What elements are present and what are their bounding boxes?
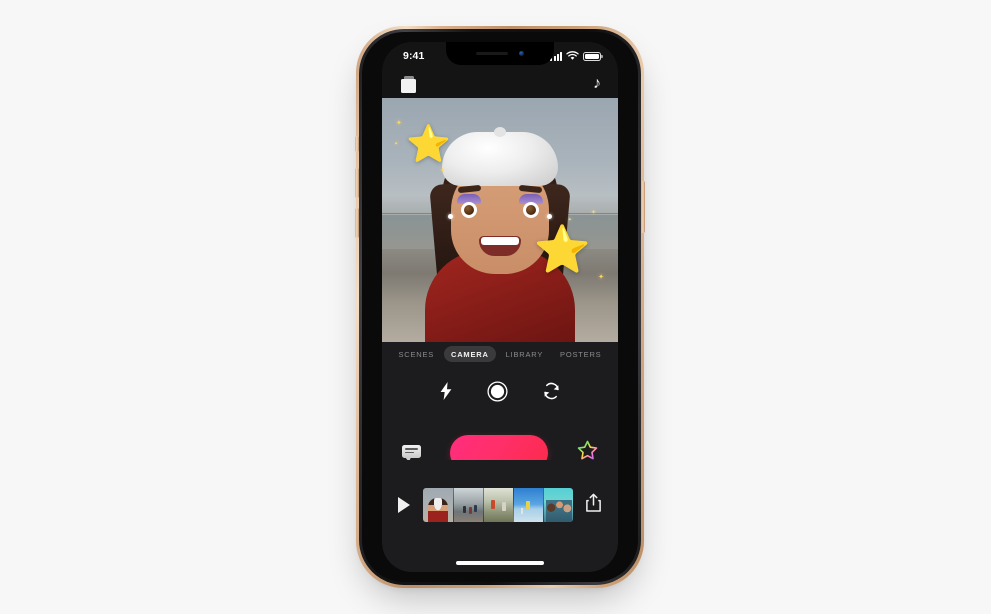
status-indicators [550, 51, 603, 61]
sparkle-icon: ✦ [590, 210, 596, 216]
capture-mode-icon[interactable] [487, 380, 508, 402]
app-toolbar: ♪ [382, 72, 618, 98]
clip-thumbnail-dunes[interactable] [482, 488, 513, 522]
sparkle-icon: ✦ [567, 217, 572, 223]
tab-scenes[interactable]: SCENES [391, 346, 441, 362]
wifi-icon [566, 51, 579, 60]
mode-tabs: SCENES CAMERA LIBRARY POSTERS [382, 342, 618, 366]
front-camera-icon [518, 50, 525, 57]
star-sticker-top-left[interactable]: ⭐ [406, 126, 451, 162]
battery-icon [583, 51, 603, 61]
clip-thumbnail-ocean-jump[interactable] [512, 488, 543, 522]
home-indicator[interactable] [456, 561, 544, 565]
volume-up-button[interactable] [355, 168, 359, 198]
sparkle-icon: ✦ [394, 141, 399, 147]
share-icon[interactable] [585, 493, 602, 517]
captions-icon[interactable] [402, 444, 421, 462]
camera-viewfinder[interactable]: ⭐ ⭐ ✦ ✦ ✦ ✦ ✦ ✦ [382, 98, 618, 342]
play-icon[interactable] [398, 497, 410, 513]
camera-controls [382, 366, 618, 416]
flip-camera-icon[interactable] [542, 382, 561, 400]
music-note-icon[interactable]: ♪ [593, 75, 601, 93]
iphone-device: 9:41 ♪ ⭐ ⭐ ✦ ✦ ✦ ✦ ✦ ✦ SCENES CAMERA LIB… [355, 26, 645, 588]
sparkle-icon: ✦ [598, 274, 604, 281]
clip-filmstrip[interactable] [422, 488, 573, 522]
tab-camera[interactable]: CAMERA [443, 346, 496, 362]
filmstrip-bar [382, 460, 618, 572]
mute-switch[interactable] [355, 136, 359, 152]
clip-thumbnail-memoji[interactable] [422, 488, 453, 522]
phone-screen: 9:41 ♪ ⭐ ⭐ ✦ ✦ ✦ ✦ ✦ ✦ SCENES CAMERA LIB… [382, 42, 618, 572]
clip-thumbnail-group-selfie[interactable] [542, 488, 573, 522]
flash-icon[interactable] [439, 382, 453, 400]
projects-card-icon[interactable] [401, 76, 416, 93]
tab-posters[interactable]: POSTERS [553, 346, 608, 362]
tab-library[interactable]: LIBRARY [499, 346, 551, 362]
status-time: 9:41 [403, 50, 425, 62]
power-button[interactable] [641, 181, 645, 233]
star-sticker-bottom-right[interactable]: ⭐ [534, 226, 591, 272]
earpiece-speaker-icon [475, 51, 508, 56]
volume-down-button[interactable] [355, 208, 359, 238]
memoji-beret [442, 132, 558, 186]
clip-thumbnail-beach-walk[interactable] [452, 488, 483, 522]
sparkle-icon: ✦ [396, 120, 402, 127]
sparkle-icon: ✦ [440, 168, 446, 174]
device-notch [446, 42, 554, 65]
